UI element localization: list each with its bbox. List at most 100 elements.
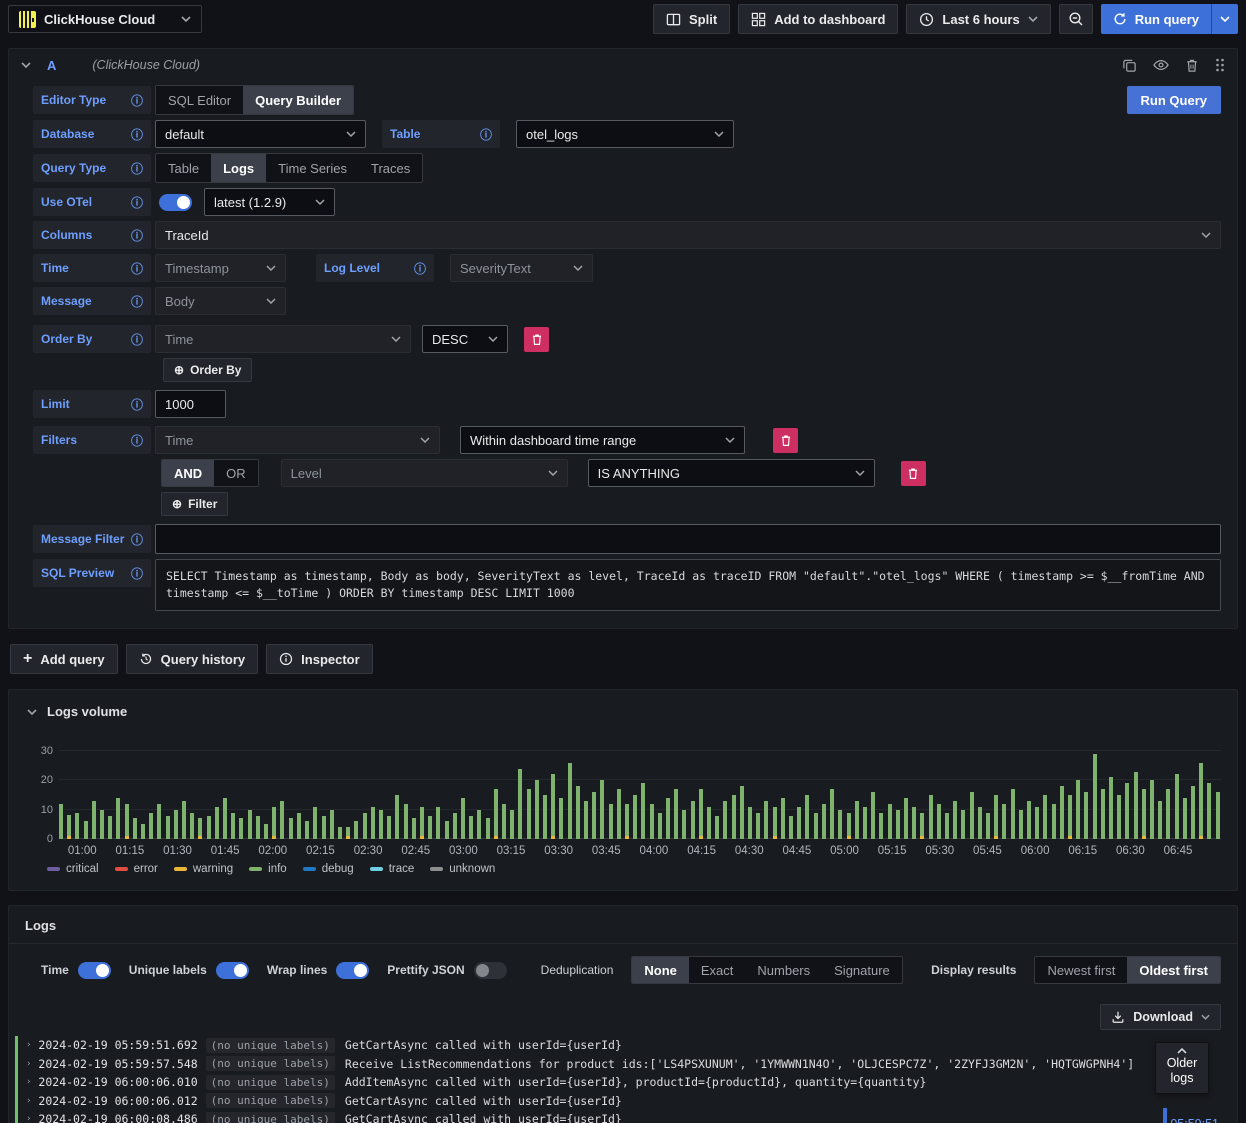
- volume-bar[interactable]: [419, 807, 424, 839]
- volume-bar[interactable]: [1076, 780, 1081, 839]
- volume-bar[interactable]: [1018, 810, 1023, 839]
- volume-bar[interactable]: [83, 821, 88, 839]
- volume-bar[interactable]: [526, 789, 531, 839]
- volume-bar[interactable]: [255, 816, 260, 839]
- toggle-switch[interactable]: [473, 961, 507, 979]
- expand-chevron-icon[interactable]: ›: [26, 1040, 31, 1050]
- toggle-switch[interactable]: [336, 961, 370, 979]
- volume-bar[interactable]: [1215, 792, 1220, 839]
- info-icon[interactable]: ⓘ: [131, 92, 143, 109]
- volume-bar[interactable]: [1067, 795, 1072, 839]
- volume-bar[interactable]: [977, 807, 982, 839]
- info-icon[interactable]: ⓘ: [131, 293, 143, 310]
- deduplication-option[interactable]: Numbers: [745, 957, 822, 983]
- volume-bar[interactable]: [748, 807, 753, 839]
- volume-bar[interactable]: [1043, 795, 1048, 839]
- volume-bar[interactable]: [1035, 807, 1040, 839]
- info-icon[interactable]: ⓘ: [131, 160, 143, 177]
- volume-bar[interactable]: [1026, 801, 1031, 839]
- volume-bar[interactable]: [132, 818, 137, 839]
- filter-operator-option[interactable]: OR: [214, 460, 258, 486]
- volume-bar[interactable]: [411, 818, 416, 839]
- use-otel-toggle[interactable]: [159, 193, 192, 211]
- volume-bar[interactable]: [1150, 780, 1155, 839]
- log-level-column-select[interactable]: SeverityText: [450, 254, 593, 282]
- expand-chevron-icon[interactable]: ›: [26, 1077, 31, 1087]
- info-icon[interactable]: ⓘ: [131, 565, 143, 582]
- older-logs-button[interactable]: Older logs: [1155, 1042, 1209, 1094]
- volume-bar[interactable]: [477, 810, 482, 839]
- volume-bar[interactable]: [1059, 786, 1064, 839]
- filter-operator-option[interactable]: AND: [162, 460, 215, 486]
- volume-bar[interactable]: [444, 821, 449, 839]
- query-type-option[interactable]: Traces: [359, 154, 422, 182]
- volume-bar[interactable]: [518, 769, 523, 839]
- info-icon[interactable]: ⓘ: [131, 227, 143, 244]
- editor-type-option[interactable]: SQL Editor: [156, 86, 243, 114]
- volume-bar[interactable]: [337, 827, 342, 839]
- volume-bar[interactable]: [830, 789, 835, 839]
- volume-bar[interactable]: [903, 798, 908, 839]
- volume-bar[interactable]: [592, 792, 597, 839]
- legend-item-critical[interactable]: critical: [47, 863, 99, 875]
- run-query-button[interactable]: Run query: [1100, 4, 1211, 34]
- info-icon[interactable]: ⓘ: [131, 531, 143, 548]
- volume-bar[interactable]: [1141, 789, 1146, 839]
- volume-bar[interactable]: [846, 813, 851, 839]
- volume-bar[interactable]: [124, 804, 129, 839]
- info-icon[interactable]: ⓘ: [131, 396, 143, 413]
- volume-bar[interactable]: [879, 813, 884, 839]
- volume-bar[interactable]: [797, 807, 802, 839]
- volume-bar[interactable]: [272, 807, 277, 839]
- collapse-chevron-icon[interactable]: [27, 708, 37, 715]
- volume-bar[interactable]: [116, 798, 121, 839]
- volume-bar[interactable]: [1158, 801, 1163, 839]
- remove-filter-button[interactable]: [773, 427, 798, 453]
- volume-bar[interactable]: [666, 798, 671, 839]
- volume-bar[interactable]: [198, 818, 203, 839]
- query-type-option[interactable]: Logs: [211, 154, 267, 182]
- volume-bar[interactable]: [698, 789, 703, 839]
- volume-bar[interactable]: [715, 816, 720, 839]
- volume-bar[interactable]: [739, 786, 744, 839]
- volume-bar[interactable]: [387, 816, 392, 839]
- legend-item-warning[interactable]: warning: [173, 863, 233, 875]
- volume-bar[interactable]: [1100, 789, 1105, 839]
- otel-version-select[interactable]: latest (1.2.9): [204, 188, 335, 216]
- volume-bar[interactable]: [223, 798, 228, 839]
- volume-bar[interactable]: [288, 818, 293, 839]
- volume-bar[interactable]: [961, 810, 966, 839]
- volume-bar[interactable]: [772, 807, 777, 839]
- query-row-header[interactable]: A (ClickHouse Cloud): [9, 49, 1237, 81]
- volume-bar[interactable]: [108, 816, 113, 839]
- volume-bar[interactable]: [321, 816, 326, 839]
- zoom-out-button[interactable]: [1058, 4, 1093, 34]
- volume-bar[interactable]: [214, 807, 219, 839]
- volume-bar[interactable]: [895, 810, 900, 839]
- log-row[interactable]: › 2024-02-19 05:59:51.692 (no unique label…: [15, 1036, 1237, 1055]
- message-column-select[interactable]: Body: [155, 287, 286, 315]
- volume-bar[interactable]: [510, 810, 515, 839]
- volume-bar[interactable]: [862, 807, 867, 839]
- toggle-switch[interactable]: [215, 961, 249, 979]
- volume-bar[interactable]: [239, 818, 244, 839]
- volume-bar[interactable]: [206, 816, 211, 839]
- volume-bar[interactable]: [723, 801, 728, 839]
- delete-query-trash-icon[interactable]: [1185, 58, 1199, 73]
- volume-bar[interactable]: [821, 804, 826, 839]
- filter-is-anything-select[interactable]: IS ANYTHING: [587, 459, 875, 487]
- volume-bar[interactable]: [575, 786, 580, 839]
- volume-bar[interactable]: [584, 801, 588, 839]
- run-query-options-button[interactable]: [1211, 4, 1238, 34]
- volume-bar[interactable]: [1199, 763, 1204, 839]
- volume-bar[interactable]: [1109, 777, 1113, 839]
- volume-bar[interactable]: [1133, 772, 1138, 839]
- logs-volume-header[interactable]: Logs volume: [23, 700, 1221, 729]
- volume-bar[interactable]: [887, 804, 892, 839]
- volume-bar[interactable]: [501, 804, 506, 839]
- volume-bar[interactable]: [182, 801, 187, 839]
- volume-bar[interactable]: [928, 795, 933, 839]
- volume-bar[interactable]: [149, 813, 154, 839]
- legend-item-debug[interactable]: debug: [302, 863, 354, 875]
- query-type-option[interactable]: Time Series: [266, 154, 359, 182]
